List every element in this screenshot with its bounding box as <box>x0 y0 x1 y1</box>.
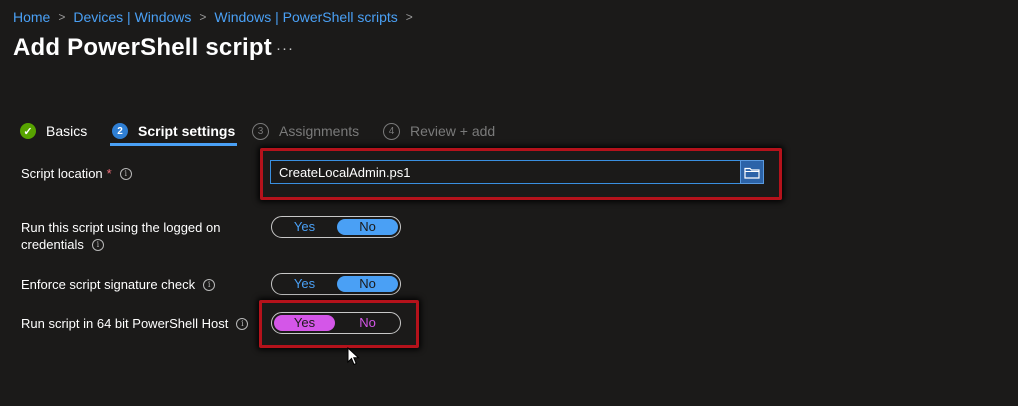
signature-check-label: Enforce script signature check i <box>21 276 216 293</box>
run-logged-on-text-1: Run this script using the logged on <box>21 220 221 235</box>
tab-assignments[interactable]: 3 Assignments <box>252 118 359 144</box>
script-location-input[interactable]: CreateLocalAdmin.ps1 <box>270 160 746 184</box>
step-4-icon: 4 <box>383 122 400 140</box>
chevron-right-icon: > <box>199 10 207 24</box>
step-3-icon: 3 <box>252 122 269 140</box>
run-logged-on-yes[interactable]: Yes <box>274 219 335 235</box>
chevron-right-icon: > <box>58 10 66 24</box>
signature-check-yes[interactable]: Yes <box>274 276 335 292</box>
run-64bit-toggle[interactable]: Yes No <box>271 312 401 334</box>
run-logged-on-text-2: credentials <box>21 237 84 252</box>
breadcrumb-home[interactable]: Home <box>13 9 50 25</box>
info-icon[interactable]: i <box>236 317 249 330</box>
run-64bit-text: Run script in 64 bit PowerShell Host <box>21 316 229 331</box>
tab-review-add-label: Review + add <box>410 123 496 139</box>
tab-basics-label: Basics <box>46 123 88 139</box>
browse-file-button[interactable] <box>740 160 764 184</box>
run-logged-on-label: Run this script using the logged on cred… <box>21 219 220 253</box>
run-logged-on-no[interactable]: No <box>337 219 398 235</box>
step-2-icon: 2 <box>112 123 128 139</box>
tab-script-settings-label: Script settings <box>138 123 236 139</box>
breadcrumb-powershell-scripts[interactable]: Windows | PowerShell scripts <box>214 9 397 25</box>
breadcrumb: Home > Devices | Windows > Windows | Pow… <box>13 8 421 26</box>
tab-script-settings[interactable]: 2 Script settings <box>110 118 238 146</box>
signature-check-toggle[interactable]: Yes No <box>271 273 401 295</box>
breadcrumb-devices-windows[interactable]: Devices | Windows <box>73 9 191 25</box>
info-icon[interactable]: i <box>203 278 216 291</box>
mouse-cursor-icon <box>347 347 360 366</box>
script-location-text: Script location <box>21 166 103 181</box>
active-tab-indicator <box>110 143 238 146</box>
tab-assignments-label: Assignments <box>279 123 360 139</box>
run-64bit-label: Run script in 64 bit PowerShell Host i <box>21 315 249 332</box>
info-icon[interactable]: i <box>119 167 132 180</box>
tab-basics[interactable]: ✓ Basics <box>20 118 87 144</box>
run-64bit-yes[interactable]: Yes <box>274 315 335 331</box>
required-marker: * <box>106 166 112 181</box>
info-icon[interactable]: i <box>91 238 104 251</box>
page-title: Add PowerShell script <box>13 34 272 61</box>
chevron-right-icon: > <box>405 10 413 24</box>
script-location-label: Script location * i <box>21 165 132 182</box>
folder-icon <box>744 167 760 179</box>
checkmark-icon: ✓ <box>20 123 36 139</box>
run-64bit-no[interactable]: No <box>337 315 398 331</box>
signature-check-no[interactable]: No <box>337 276 398 292</box>
signature-check-text: Enforce script signature check <box>21 277 196 292</box>
tab-review-add[interactable]: 4 Review + add <box>383 118 495 144</box>
run-logged-on-toggle[interactable]: Yes No <box>271 216 401 238</box>
more-options-button[interactable]: ··· <box>276 40 294 57</box>
